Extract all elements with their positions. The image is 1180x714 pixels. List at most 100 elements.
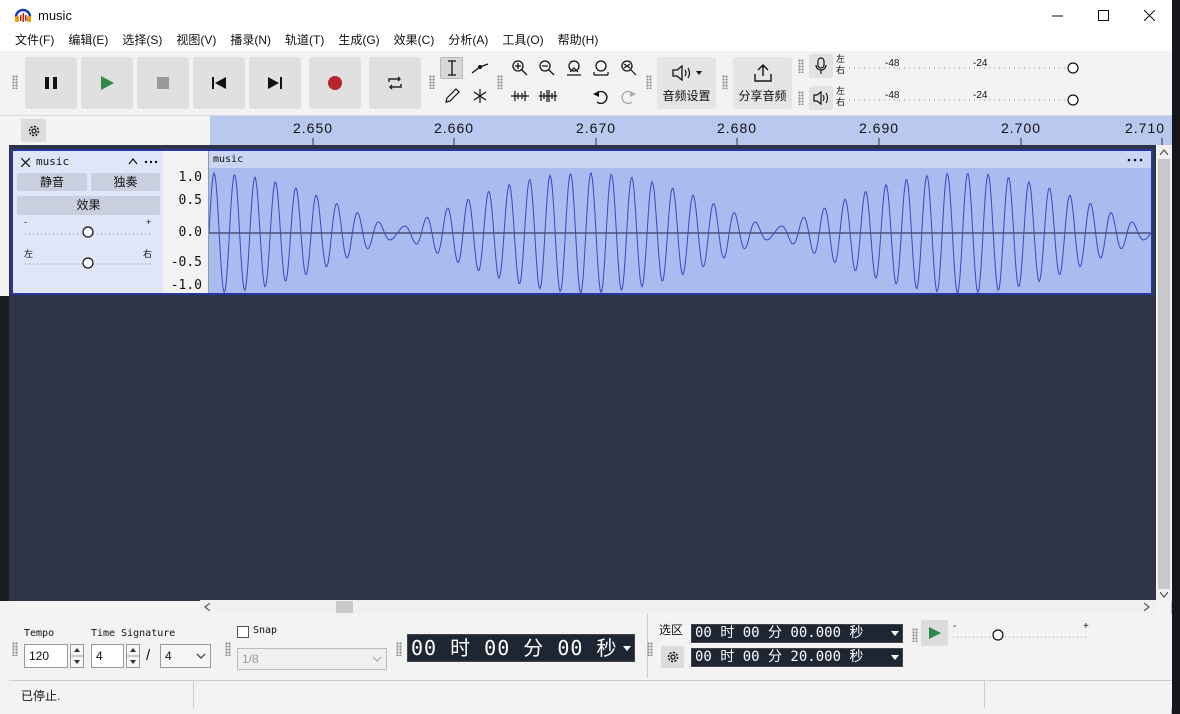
track-clip-area[interactable]: 1.0 0.5 0.0 -0.5 -1.0 music bbox=[163, 149, 1153, 295]
pan-slider[interactable] bbox=[23, 255, 155, 269]
tempo-spinner-icon[interactable] bbox=[70, 644, 84, 668]
trim-audio-button[interactable] bbox=[508, 85, 531, 107]
playback-speed-slider[interactable] bbox=[951, 628, 1091, 642]
stop-button[interactable] bbox=[137, 57, 189, 109]
menu-view[interactable]: 视图(V) bbox=[176, 31, 216, 51]
collapse-chevron-icon[interactable] bbox=[128, 157, 138, 165]
zoom-in-button[interactable] bbox=[508, 57, 531, 79]
playback-meter[interactable]: 左右 -48 -24 bbox=[836, 86, 1082, 110]
timesig-spinner-icon[interactable] bbox=[126, 644, 140, 668]
fit-project-button[interactable] bbox=[589, 57, 612, 79]
play-button[interactable] bbox=[81, 57, 133, 109]
menu-transport[interactable]: 播录(N) bbox=[230, 31, 271, 51]
i-beam-icon bbox=[447, 60, 456, 76]
play-meter-left: 左 bbox=[836, 86, 846, 96]
snap-grip[interactable] bbox=[225, 642, 231, 656]
vertical-scrollbar[interactable] bbox=[1156, 145, 1172, 601]
menu-generate[interactable]: 生成(G) bbox=[338, 31, 379, 51]
skip-to-start-button[interactable] bbox=[193, 57, 245, 109]
selection-tool-button[interactable] bbox=[440, 57, 463, 79]
scroll-right-icon[interactable] bbox=[1144, 603, 1150, 611]
time-grip[interactable] bbox=[396, 642, 402, 656]
zoom-out-button[interactable] bbox=[535, 57, 558, 79]
selection-settings-button[interactable] bbox=[661, 646, 684, 668]
solo-button[interactable]: 独奏 bbox=[91, 173, 160, 191]
timeline-settings-button[interactable] bbox=[21, 119, 46, 142]
menu-tools[interactable]: 工具(O) bbox=[502, 31, 543, 51]
snap-checkbox[interactable] bbox=[237, 626, 249, 638]
play-meter-grip[interactable] bbox=[798, 91, 804, 105]
toolbar-grip[interactable] bbox=[12, 75, 18, 89]
audio-setup-grip[interactable] bbox=[646, 75, 652, 89]
multi-tool-button[interactable] bbox=[468, 85, 491, 107]
track-close-icon[interactable] bbox=[21, 158, 30, 167]
menu-analyze[interactable]: 分析(A) bbox=[448, 31, 488, 51]
amplitude-scale[interactable]: 1.0 0.5 0.0 -0.5 -1.0 bbox=[163, 151, 209, 293]
maximize-button[interactable] bbox=[1080, 0, 1126, 31]
track-menu-icon[interactable] bbox=[144, 160, 158, 164]
zoom-toggle-button[interactable] bbox=[616, 57, 639, 79]
timesig-denominator-select[interactable]: 4 bbox=[160, 644, 211, 668]
track-name[interactable]: music bbox=[36, 155, 69, 168]
record-meter-scale bbox=[849, 62, 1079, 74]
menu-edit[interactable]: 编辑(E) bbox=[68, 31, 108, 51]
record-meter-button[interactable] bbox=[809, 54, 833, 78]
close-button[interactable] bbox=[1126, 0, 1172, 31]
selection-grip[interactable] bbox=[647, 642, 653, 656]
silence-audio-button[interactable] bbox=[536, 85, 559, 107]
draw-tool-button[interactable] bbox=[440, 85, 463, 107]
time-display[interactable]: 00 时 00 分 00 秒 bbox=[407, 634, 635, 662]
play-at-speed-button[interactable] bbox=[921, 620, 948, 646]
redo-icon bbox=[620, 90, 636, 104]
tempo-grip[interactable] bbox=[12, 642, 18, 656]
selection-start-field[interactable]: 00 时 00 分 00.000 秒 bbox=[691, 624, 903, 643]
skip-to-end-button[interactable] bbox=[249, 57, 301, 109]
minimize-button[interactable] bbox=[1034, 0, 1080, 31]
app-window: music 文件(F) 编辑(E) 选择(S) 视图(V) 播录(N) 轨道(T… bbox=[0, 0, 1172, 714]
record-meter[interactable]: 左右 -48 -24 bbox=[836, 54, 1082, 78]
loop-button[interactable] bbox=[369, 57, 421, 109]
record-button[interactable] bbox=[309, 57, 361, 109]
fit-selection-button[interactable] bbox=[562, 57, 585, 79]
gain-slider[interactable] bbox=[23, 225, 155, 239]
horizontal-scrollbar[interactable] bbox=[200, 600, 1156, 614]
envelope-icon bbox=[471, 63, 488, 74]
menu-select[interactable]: 选择(S) bbox=[122, 31, 162, 51]
timesig-numerator-input[interactable]: 4 bbox=[91, 644, 124, 668]
snap-select[interactable]: 1/8 bbox=[237, 648, 387, 670]
mute-button[interactable]: 静音 bbox=[17, 173, 87, 191]
undo-button[interactable] bbox=[589, 85, 612, 107]
clip-name: music bbox=[213, 154, 244, 165]
speaker-icon bbox=[813, 90, 829, 106]
menu-effect[interactable]: 效果(C) bbox=[394, 31, 435, 51]
timeline-ruler[interactable]: 2.650 2.660 2.670 2.680 2.690 2.700 2.71… bbox=[210, 116, 1172, 145]
audio-clip[interactable]: music bbox=[209, 151, 1151, 293]
pause-button[interactable] bbox=[25, 57, 77, 109]
play-at-speed-grip[interactable] bbox=[912, 628, 918, 642]
tempo-input[interactable]: 120 bbox=[24, 644, 68, 668]
menu-file[interactable]: 文件(F) bbox=[15, 31, 54, 51]
tools-grip[interactable] bbox=[429, 75, 435, 89]
audio-setup-button[interactable]: 音频设置 bbox=[657, 57, 716, 109]
scroll-down-icon[interactable] bbox=[1160, 592, 1168, 598]
menu-tracks[interactable]: 轨道(T) bbox=[285, 31, 324, 51]
share-grip[interactable] bbox=[722, 75, 728, 89]
selection-end-field[interactable]: 00 时 00 分 20.000 秒 bbox=[691, 648, 903, 667]
clip-menu-icon[interactable] bbox=[1127, 158, 1143, 162]
envelope-tool-button[interactable] bbox=[468, 57, 491, 79]
share-audio-button[interactable]: 分享音频 bbox=[733, 57, 792, 109]
undo-icon bbox=[592, 90, 608, 104]
redo-button[interactable] bbox=[616, 85, 639, 107]
effects-button[interactable]: 效果 bbox=[17, 196, 160, 215]
scroll-left-icon[interactable] bbox=[204, 603, 210, 611]
scroll-up-icon[interactable] bbox=[1160, 149, 1168, 155]
menu-help[interactable]: 帮助(H) bbox=[558, 31, 599, 51]
edit-grip[interactable] bbox=[497, 75, 503, 89]
vertical-scroll-thumb[interactable] bbox=[1158, 159, 1170, 589]
playback-meter-button[interactable] bbox=[809, 86, 833, 110]
record-meter-grip[interactable] bbox=[798, 59, 804, 73]
horizontal-scroll-thumb[interactable] bbox=[336, 601, 353, 613]
clip-header[interactable]: music bbox=[209, 151, 1151, 168]
waveform[interactable] bbox=[209, 168, 1151, 293]
track-control-panel[interactable]: music 静音 独奏 效果 - + 左 右 bbox=[11, 149, 163, 295]
